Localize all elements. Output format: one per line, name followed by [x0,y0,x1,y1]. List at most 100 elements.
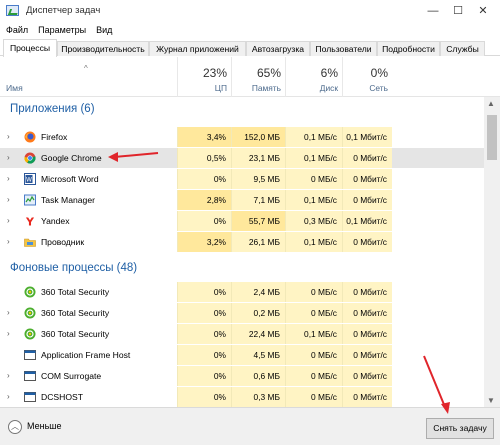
process-row-chrome[interactable]: › Google Chrome 0,5% 23,1 МБ 0,1 МБ/с 0 … [0,148,484,168]
expand-chevron-icon[interactable]: › [7,216,10,225]
expand-chevron-icon[interactable]: › [7,371,10,380]
cpu-value: 0% [177,324,231,344]
column-disk-header[interactable]: 6% Диск [285,57,342,97]
cpu-value: 0% [177,211,231,231]
process-row-com-surrogate[interactable]: › COM Surrogate 0% 0,6 МБ 0 МБ/с 0 Мбит/… [0,366,484,386]
memory-value: 0,6 МБ [231,366,285,386]
tab-startup[interactable]: Автозагрузка [246,41,310,56]
scroll-thumb[interactable] [487,115,497,160]
360-security-icon [24,286,36,298]
com-surrogate-icon [24,371,36,381]
tab-services[interactable]: Службы [440,41,485,56]
process-name: Application Frame Host [41,350,131,360]
cpu-value: 3,4% [177,127,231,147]
expand-chevron-icon[interactable]: › [7,237,10,246]
fewer-details-link[interactable]: Меньше [27,421,62,431]
tab-processes[interactable]: Процессы [3,39,57,57]
memory-total: 65% [256,66,281,80]
process-name: Google Chrome [41,153,102,163]
tab-app-history[interactable]: Журнал приложений [149,41,246,56]
collapse-details-icon[interactable]: ︿ [8,420,22,434]
cpu-label: ЦП [214,83,227,93]
yandex-icon: Y [25,216,35,228]
expand-chevron-icon[interactable]: › [7,153,10,162]
expand-chevron-icon[interactable]: › [7,195,10,204]
firefox-icon [24,131,36,143]
column-memory-header[interactable]: 65% Память [231,57,285,97]
network-value: 0 Мбит/с [342,303,392,323]
expand-chevron-icon[interactable]: › [7,329,10,338]
tab-users[interactable]: Пользователи [310,41,377,56]
process-row-task-manager[interactable]: › Task Manager 2,8% 7,1 МБ 0,1 МБ/с 0 Мб… [0,190,484,210]
disk-value: 0 МБ/с [285,169,342,189]
expand-chevron-icon[interactable]: › [7,174,10,183]
memory-value: 0,2 МБ [231,303,285,323]
expand-chevron-icon[interactable]: › [7,308,10,317]
disk-value: 0,1 МБ/с [285,324,342,344]
network-value: 0,1 Мбит/с [342,127,392,147]
disk-value: 0 МБ/с [285,366,342,386]
process-row-app-frame-host[interactable]: Application Frame Host 0% 4,5 МБ 0 МБ/с … [0,345,484,365]
tab-details[interactable]: Подробности [377,41,440,56]
scroll-down-icon[interactable]: ▼ [487,396,495,405]
network-value: 0,1 Мбит/с [342,211,392,231]
maximize-button[interactable]: ☐ [445,2,471,20]
tab-performance[interactable]: Производительность [57,41,149,56]
group-header-apps[interactable]: Приложения (6) [0,100,484,120]
column-header: ^ Имя 23% ЦП 65% Память 6% Диск 0% Сеть [0,57,500,97]
process-row-explorer[interactable]: › Проводник 3,2% 26,1 МБ 0,1 МБ/с 0 Мбит… [0,232,484,252]
scroll-up-icon[interactable]: ▲ [487,99,495,108]
group-title-background: Фоновые процессы (48) [10,262,138,274]
memory-value: 22,4 МБ [231,324,285,344]
network-label: Сеть [369,83,388,93]
process-row-dcshost[interactable]: › DCSHOST 0% 0,3 МБ 0 МБ/с 0 Мбит/с [0,387,484,407]
cpu-value: 3,2% [177,232,231,252]
disk-value: 0 МБ/с [285,282,342,302]
close-button[interactable]: ✕ [470,2,496,20]
memory-value: 23,1 МБ [231,148,285,168]
tab-bar: Процессы Производительность Журнал прило… [0,38,500,57]
cpu-value: 0% [177,303,231,323]
sort-indicator-icon: ^ [84,64,88,73]
svg-text:Y: Y [25,216,35,228]
column-network-header[interactable]: 0% Сеть [342,57,392,97]
process-row-word[interactable]: › W Microsoft Word 0% 9,5 МБ 0 МБ/с 0 Мб… [0,169,484,189]
cpu-total: 23% [202,66,227,80]
group-header-background[interactable]: Фоновые процессы (48) [0,259,484,279]
dcshost-icon [24,392,36,402]
column-cpu-header[interactable]: 23% ЦП [177,57,231,97]
process-row-360-security[interactable]: 360 Total Security 0% 2,4 МБ 0 МБ/с 0 Мб… [0,282,484,302]
process-row-firefox[interactable]: › Firefox 3,4% 152,0 МБ 0,1 МБ/с 0,1 Мби… [0,127,484,147]
memory-value: 4,5 МБ [231,345,285,365]
network-total: 0% [370,66,388,80]
expand-chevron-icon[interactable]: › [7,132,10,141]
chrome-icon [24,152,36,164]
process-name: COM Surrogate [41,371,102,381]
process-row-360-security[interactable]: › 360 Total Security 0% 0,2 МБ 0 МБ/с 0 … [0,303,484,323]
process-row-360-security[interactable]: › 360 Total Security 0% 22,4 МБ 0,1 МБ/с… [0,324,484,344]
menu-view[interactable]: Вид [96,25,112,35]
cpu-value: 0% [177,366,231,386]
process-name: DCSHOST [41,392,84,402]
network-value: 0 Мбит/с [342,190,392,210]
cpu-value: 0% [177,387,231,407]
expand-chevron-icon[interactable]: › [7,392,10,401]
end-task-button[interactable]: Снять задачу [426,418,494,439]
app-frame-icon [24,350,36,360]
minimize-button[interactable]: — [420,2,446,20]
process-name: 360 Total Security [41,329,110,339]
process-row-yandex[interactable]: › Y Yandex 0% 55,7 МБ 0,3 МБ/с 0,1 Мбит/… [0,211,484,231]
column-name-header[interactable]: Имя [6,83,23,93]
process-name: Проводник [41,237,85,247]
menu-options[interactable]: Параметры [38,25,86,35]
network-value: 0 Мбит/с [342,232,392,252]
disk-value: 0,1 МБ/с [285,148,342,168]
process-list: Приложения (6) › Firefox 3,4% 152,0 МБ 0… [0,97,484,407]
disk-value: 0,3 МБ/с [285,211,342,231]
vertical-scrollbar[interactable]: ▲ ▼ [484,97,500,407]
menu-file[interactable]: Файл [6,25,28,35]
memory-value: 152,0 МБ [231,127,285,147]
360-security-icon [24,328,36,340]
disk-label: Диск [319,83,338,93]
task-manager-icon [24,194,36,206]
